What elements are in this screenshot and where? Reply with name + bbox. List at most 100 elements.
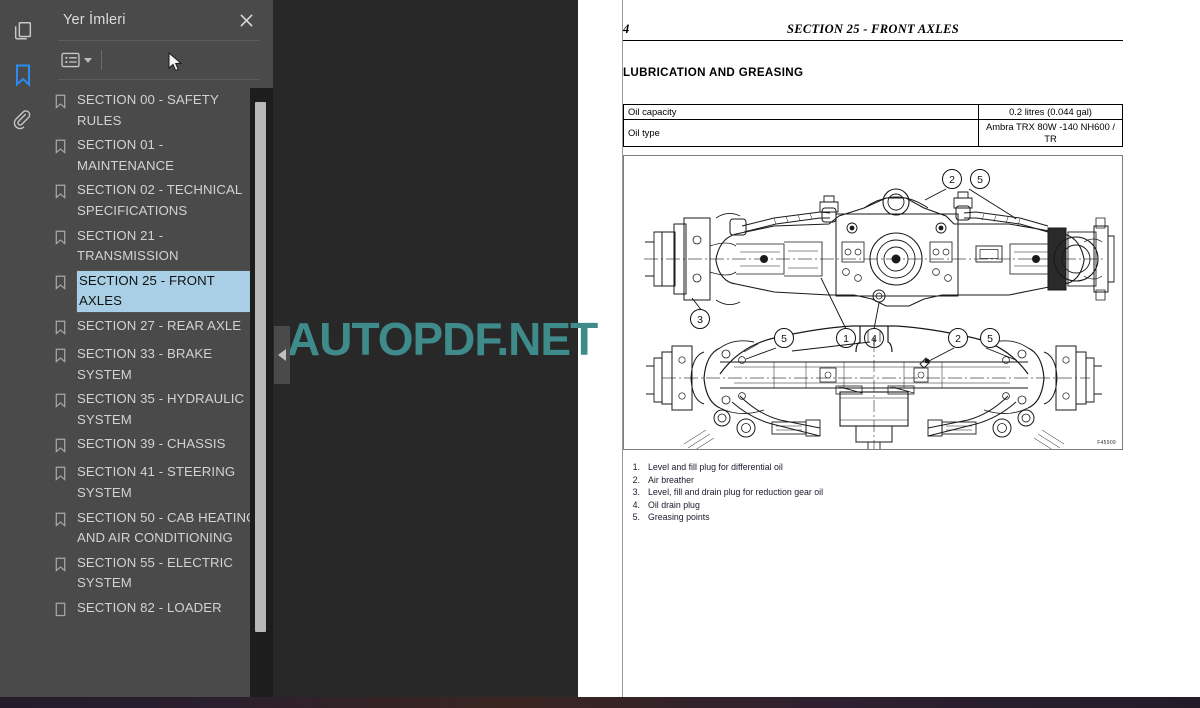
- svg-text:5: 5: [781, 333, 787, 345]
- bookmark-item-icon: [55, 344, 77, 368]
- bookmark-item-label: SECTION 41 - STEERING SYSTEM: [77, 464, 236, 500]
- legend-item-text: Oil drain plug: [648, 499, 700, 510]
- bookmark-item-label: SECTION 27 - REAR AXLE: [77, 317, 242, 333]
- bookmark-item-label: SECTION 50 - CAB HEATING AND AIR CONDITI…: [77, 509, 257, 546]
- legend-item-number: 4.: [632, 499, 640, 510]
- spec-key: Oil type: [623, 119, 979, 147]
- bookmark-icon[interactable]: [0, 52, 45, 98]
- chevron-down-icon: [84, 57, 92, 63]
- legend-item-text: Air breather: [648, 474, 694, 485]
- callout-bubbles-top: 2 5 3 1 4: [690, 169, 990, 348]
- bookmark-item[interactable]: SECTION 35 - HYDRAULIC SYSTEM: [45, 387, 273, 432]
- bookmark-item-label: SECTION 35 - HYDRAULIC SYSTEM: [77, 391, 245, 427]
- legend-item: 5. Greasing points: [624, 512, 1094, 523]
- bookmark-item[interactable]: SECTION 50 - CAB HEATING AND AIR CONDITI…: [45, 506, 273, 551]
- bookmark-item-icon: [55, 271, 77, 295]
- spec-value: Ambra TRX 80W -140 NH600 / TR: [978, 119, 1123, 147]
- bookmark-item-icon: [55, 389, 77, 413]
- pdf-reader-window: Yer İmleri SECTION 00 - SAFETY RULES SEC…: [0, 0, 1200, 708]
- svg-text:5: 5: [987, 333, 993, 345]
- svg-text:1: 1: [843, 333, 849, 345]
- bookmark-item[interactable]: SECTION 33 - BRAKE SYSTEM: [45, 342, 273, 387]
- bookmark-list[interactable]: SECTION 00 - SAFETY RULES SECTION 01 - MA…: [45, 88, 273, 708]
- legend-item: 2. Air breather: [624, 475, 1094, 486]
- watermark-text: AUTOPDF.NET: [290, 313, 598, 365]
- document-viewer[interactable]: 4 SECTION 25 - FRONT AXLES LUBRICATION A…: [290, 0, 1200, 697]
- taskbar-strip: [0, 697, 1200, 708]
- legend-item: 3. Level, fill and drain plug for reducti…: [624, 487, 1094, 498]
- bookmark-item-icon: [55, 316, 77, 340]
- spec-value: 0.2 litres (0.044 gal): [978, 104, 1123, 120]
- bookmark-item[interactable]: SECTION 00 - SAFETY RULES: [45, 88, 273, 133]
- bookmark-options-button[interactable]: [61, 52, 92, 68]
- pdf-page: 4 SECTION 25 - FRONT AXLES LUBRICATION A…: [578, 0, 1200, 697]
- bookmark-item-icon: [55, 598, 77, 622]
- legend-item-text: Level and fill plug for differential oil: [648, 462, 783, 472]
- header-rule: [623, 40, 1123, 42]
- bookmark-item-label: SECTION 82 - LOADER: [77, 599, 222, 615]
- bookmark-item-icon: [55, 462, 77, 486]
- bookmark-item[interactable]: SECTION 21 - TRANSMISSION: [45, 224, 273, 269]
- bookmark-item-icon: [55, 226, 77, 250]
- table-row: Oil capacity 0.2 litres (0.044 gal): [623, 104, 1123, 120]
- bookmark-item-label: SECTION 21 - TRANSMISSION: [77, 227, 179, 264]
- bookmark-item-icon: [55, 180, 77, 204]
- bookmarks-panel-header: Yer İmleri: [45, 0, 273, 40]
- legend-item-number: 2.: [632, 474, 640, 485]
- oil-spec-table: Oil capacity 0.2 litres (0.044 gal) Oil ty…: [623, 104, 1123, 147]
- bookmark-item-label: SECTION 25 - FRONT AXLES: [76, 269, 260, 313]
- page-title: LUBRICATION AND GREASING: [623, 66, 804, 79]
- toolbar-divider: [58, 79, 260, 80]
- running-head-title: SECTION 25 - FRONT AXLES: [786, 22, 960, 36]
- bookmark-item[interactable]: SECTION 41 - STEERING SYSTEM: [45, 460, 273, 505]
- spec-key: Oil capacity: [623, 104, 979, 120]
- pages-thumbnails-icon[interactable]: [0, 8, 45, 54]
- left-icon-rail: [0, 0, 45, 708]
- bookmark-item-label: SECTION 00 - SAFETY RULES: [77, 92, 219, 128]
- svg-text:2: 2: [949, 174, 955, 186]
- toolbar-separator: [101, 50, 102, 70]
- bookmark-item[interactable]: SECTION 25 - FRONT AXLES: [45, 269, 273, 314]
- svg-text:2: 2: [955, 333, 961, 345]
- attachment-icon[interactable]: [0, 98, 45, 144]
- bookmark-item-label: SECTION 01 - MAINTENANCE: [77, 137, 175, 173]
- figure-legend: 1. Level and fill plug for differential o…: [624, 462, 1094, 525]
- bookmarks-scrollbar-thumb[interactable]: [255, 102, 266, 632]
- svg-text:3: 3: [697, 314, 703, 326]
- figure-reference-code: F45909: [1097, 440, 1116, 446]
- bookmark-item-label: SECTION 02 - TECHNICAL SPECIFICATIONS: [77, 182, 242, 218]
- bookmarks-scrollbar[interactable]: [250, 88, 273, 708]
- bookmarks-panel-title: Yer İmleri: [63, 12, 126, 28]
- bookmark-item-icon: [55, 90, 77, 114]
- legend-item-number: 3.: [632, 487, 640, 498]
- table-row: Oil type Ambra TRX 80W -140 NH600 / TR: [623, 119, 1123, 147]
- legend-item-text: Greasing points: [648, 512, 710, 523]
- panel-collapse-handle[interactable]: [274, 326, 290, 384]
- bookmarks-panel: Yer İmleri SECTION 00 - SAFETY RULES SEC…: [45, 0, 273, 708]
- legend-item-text: Level, fill and drain plug for reduction…: [648, 487, 824, 498]
- legend-item-number: 5.: [632, 512, 640, 523]
- bookmark-item-icon: [55, 434, 77, 458]
- legend-item-number: 1.: [632, 462, 640, 472]
- bookmark-item[interactable]: SECTION 55 - ELECTRIC SYSTEM: [45, 551, 273, 596]
- bookmark-item-label: SECTION 33 - BRAKE SYSTEM: [77, 345, 213, 382]
- bookmark-item-icon: [55, 508, 77, 532]
- svg-text:5: 5: [977, 174, 983, 186]
- bookmarks-toolbar: [45, 40, 273, 80]
- bookmark-item-icon: [55, 135, 77, 159]
- bookmark-item[interactable]: SECTION 01 - MAINTENANCE: [45, 133, 273, 178]
- bookmark-item[interactable]: SECTION 82 - LOADER: [45, 596, 273, 624]
- bookmark-item[interactable]: SECTION 39 - CHASSIS: [45, 432, 273, 460]
- chevron-left-icon: [278, 349, 286, 361]
- legend-item: 4. Oil drain plug: [624, 500, 1094, 511]
- bookmark-item[interactable]: SECTION 02 - TECHNICAL SPECIFICATIONS: [45, 178, 273, 223]
- bookmark-item[interactable]: SECTION 27 - REAR AXLE: [45, 314, 273, 342]
- close-icon[interactable]: [235, 9, 257, 31]
- legend-item: 1. Level and fill plug for differential o…: [624, 462, 1094, 473]
- bookmark-item-label: SECTION 55 - ELECTRIC SYSTEM: [77, 554, 233, 591]
- mouse-cursor: [168, 52, 183, 72]
- front-axle-figure: 2 5 3 1 4 5 2 5 F45909: [623, 155, 1123, 450]
- bookmark-item-label: SECTION 39 - CHASSIS: [77, 436, 226, 452]
- page-running-header: 4 SECTION 25 - FRONT AXLES: [623, 22, 1123, 37]
- bookmark-item-icon: [55, 553, 77, 577]
